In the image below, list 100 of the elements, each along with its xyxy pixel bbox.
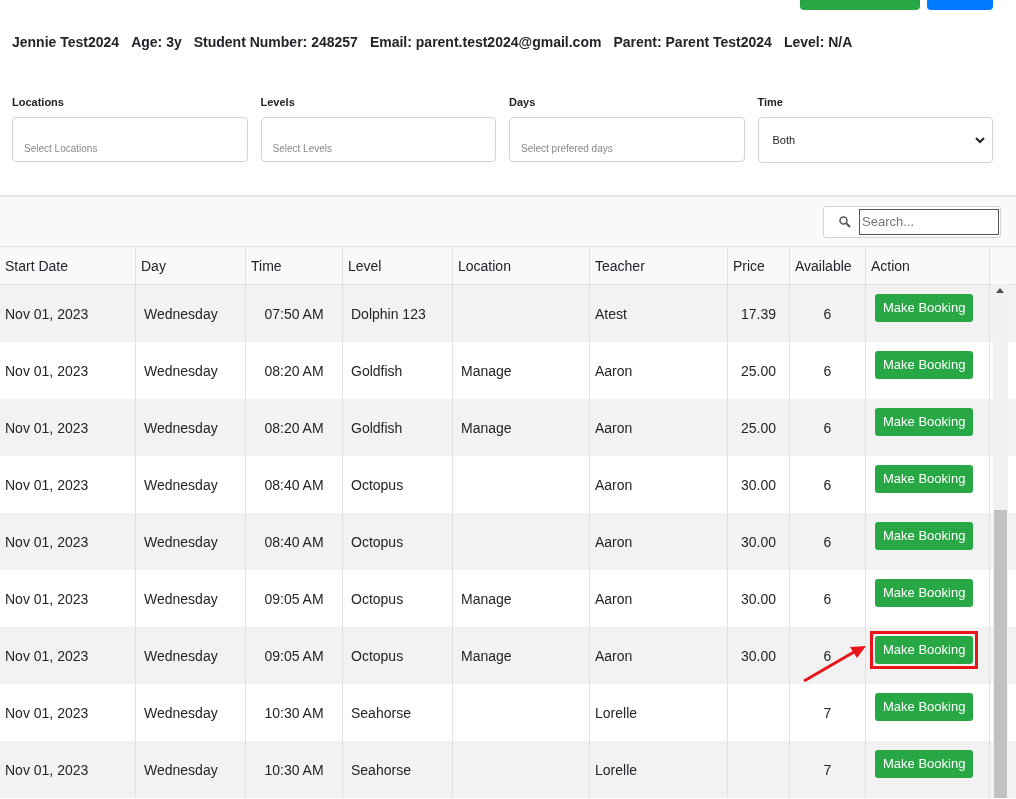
table-cell: Nov 01, 2023 [5,533,89,550]
table-cell: 6 [823,590,832,607]
column-header: Price [733,257,765,274]
table-cell: 25.00 [740,362,776,379]
column-header: Action [871,257,910,274]
chevron-icon [975,136,985,144]
table-cell: Atest [595,305,627,322]
table-cell: Wednesday [144,704,218,721]
table-cell: 09:05 AM [264,647,324,664]
table-cell: Nov 01, 2023 [5,761,89,778]
table-cell: Aaron [595,647,633,664]
table-cell: Octopus [351,590,404,607]
table-cell: Nov 01, 2023 [5,476,89,493]
make-booking-button[interactable]: Make Booking [875,350,974,379]
table-cell: Dolphin 123 [351,305,426,322]
table-cell: Wednesday [144,305,218,322]
make-booking-button[interactable]: Make Booking [875,749,974,778]
make-booking-button[interactable]: Make Booking [875,464,974,493]
column-header: Time [251,257,282,274]
table-cell: 6 [823,533,832,550]
table-cell: Aaron [595,590,633,607]
table-cell: Seahorse [351,704,411,721]
make-booking-button[interactable]: Make Booking [875,407,974,436]
table-cell: 08:40 AM [264,476,324,493]
student-info: Student Number: 248257 [193,34,358,52]
table-cell: 08:40 AM [264,533,324,550]
table-cell: Nov 01, 2023 [5,704,89,721]
table-cell: Nov 01, 2023 [5,362,89,379]
search-field[interactable]: Search... [823,205,1001,238]
table-cell: 10:30 AM [264,704,324,721]
table-cell: Wednesday [144,362,218,379]
table-cell: Wednesday [144,419,218,436]
table-cell: Manage [461,647,512,664]
table-cell: Goldfish [351,362,403,379]
table-cell: Octopus [351,476,404,493]
multiselect-field[interactable]: Select Levels [260,117,496,162]
table-cell: Aaron [595,476,633,493]
student-info: Age: 3y [131,34,182,52]
make-booking-button[interactable]: Make Booking [875,521,974,550]
table-cell: Nov 01, 2023 [5,647,89,664]
search-icon [839,215,851,228]
table-cell: Aaron [595,533,633,550]
make-booking-button[interactable]: Make Booking [875,692,974,721]
top-action-button[interactable] [800,0,920,10]
student-info: Email: parent.test2024@gmail.com [369,34,602,52]
table-cell: 30.00 [740,533,776,550]
column-header: Day [141,257,166,274]
make-booking-button[interactable]: Make Booking [875,578,974,607]
table-cell: 08:20 AM [264,362,324,379]
table-cell: 6 [823,476,832,493]
table-cell: 08:20 AM [264,419,324,436]
table-cell: 6 [823,647,832,664]
column-header: Start Date [5,257,69,274]
scrollbar[interactable] [993,284,1008,798]
filter-label: Levels [260,96,295,108]
table-cell: 09:05 AM [264,590,324,607]
column-header: Location [458,257,511,274]
table-cell: Seahorse [351,761,411,778]
column-header: Teacher [595,257,645,274]
table-cell: 7 [823,704,832,721]
top-action-button[interactable] [927,0,993,10]
table-cell: Octopus [351,647,404,664]
table-cell: 6 [823,419,832,436]
filter-label: Time [757,96,783,108]
table-cell: Nov 01, 2023 [5,590,89,607]
multiselect-field[interactable]: Select prefered days [509,117,745,162]
student-info: Parent: Parent Test2024 [613,34,772,52]
table-cell: Wednesday [144,761,218,778]
table-cell: Goldfish [351,419,403,436]
table-cell: 25.00 [740,419,776,436]
column-header: Level [348,257,382,274]
filter-label: Days [509,96,536,108]
column-header: Available [795,257,852,274]
table-cell: Lorelle [595,761,638,778]
annotation-arrow [802,643,868,683]
table-cell: 30.00 [740,476,776,493]
filter-label: Locations [12,96,64,108]
table-cell: 17.39 [740,305,776,322]
make-booking-button[interactable]: Make Booking [875,293,974,322]
multiselect-field[interactable]: Select Locations [12,117,248,162]
make-booking-button[interactable]: Make Booking [875,635,974,664]
table-cell: 7 [823,761,832,778]
table-cell: 07:50 AM [264,305,324,322]
student-info: Jennie Test2024 [12,34,120,52]
table-cell: 10:30 AM [264,761,324,778]
table-cell: Nov 01, 2023 [5,305,89,322]
table-cell: 30.00 [740,647,776,664]
table-cell: Manage [461,419,512,436]
scroll-up-icon [996,288,1004,293]
table-cell: Aaron [595,419,633,436]
time-select[interactable]: Both [757,117,993,163]
table-cell: Wednesday [144,476,218,493]
table-cell: Manage [461,590,512,607]
table-cell: 6 [823,305,832,322]
table-cell: Wednesday [144,647,218,664]
table-cell: Nov 01, 2023 [5,419,89,436]
table-cell: Aaron [595,362,633,379]
table-cell: 30.00 [740,590,776,607]
table-cell: 6 [823,362,832,379]
table-cell: Octopus [351,533,404,550]
